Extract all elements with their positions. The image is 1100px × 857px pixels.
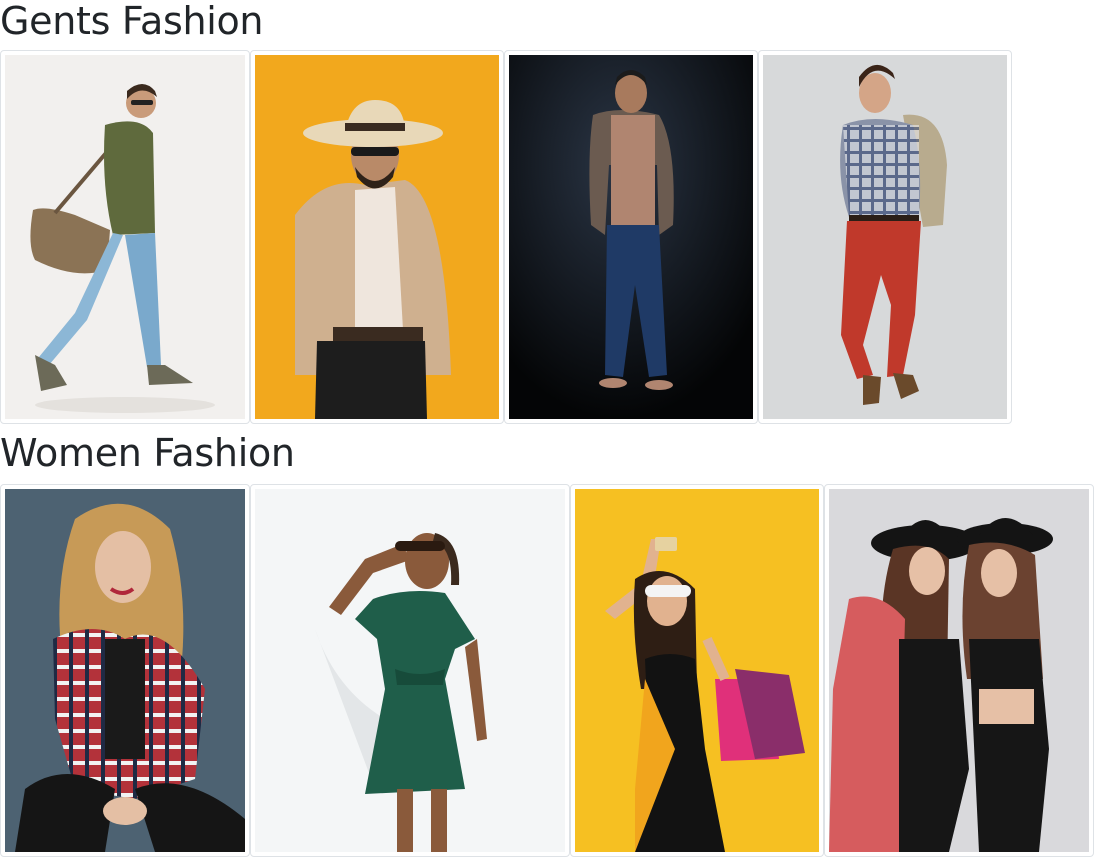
women-photo-2-image (255, 489, 565, 852)
women-photo-1-image (5, 489, 245, 852)
gents-photo-3[interactable] (504, 50, 758, 424)
gents-photo-2[interactable] (250, 50, 504, 424)
women-photo-3[interactable] (570, 484, 824, 857)
gents-photo-4-image (763, 55, 1007, 419)
gents-fashion-heading: Gents Fashion (0, 0, 264, 43)
women-photo-3-image (575, 489, 819, 852)
gents-photo-4[interactable] (758, 50, 1012, 424)
gents-photo-2-image (255, 55, 499, 419)
gents-photo-3-image (509, 55, 753, 419)
women-photo-4[interactable] (824, 484, 1094, 857)
women-fashion-heading: Women Fashion (0, 431, 295, 475)
women-photo-4-image (829, 489, 1089, 852)
women-photo-2[interactable] (250, 484, 570, 857)
gents-photo-1[interactable] (0, 50, 250, 424)
gents-photo-1-image (5, 55, 245, 419)
women-photo-1[interactable] (0, 484, 250, 857)
